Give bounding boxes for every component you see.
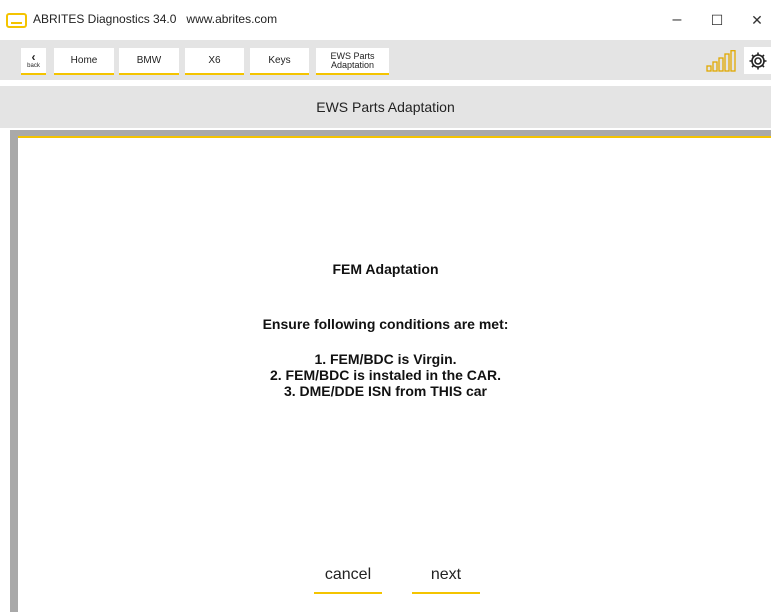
page-title: EWS Parts Adaptation (0, 86, 771, 128)
breadcrumb-x6[interactable]: X6 (185, 48, 244, 75)
signal-strength-icon (706, 50, 736, 72)
condition-item: 3. DME/DDE ISN from THIS car (283, 383, 488, 399)
chevron-left-icon: ‹ (31, 50, 36, 64)
breadcrumb-bmw[interactable]: BMW (119, 48, 179, 75)
breadcrumb-keys[interactable]: Keys (250, 48, 309, 75)
abrites-logo-icon (6, 13, 27, 28)
maximize-button[interactable]: ☐ (702, 6, 732, 34)
breadcrumb-home[interactable]: Home (54, 48, 114, 75)
settings-button[interactable] (744, 47, 771, 74)
breadcrumb-toolbar: ‹ back Home BMW X6 Keys EWS Parts Adapta… (0, 40, 771, 80)
back-label: back (27, 63, 40, 69)
breadcrumb-current-line2: Adaptation (330, 59, 375, 70)
condition-item: 2. FEM/BDC is instaled in the CAR. (269, 367, 502, 383)
minimize-button[interactable]: – (662, 6, 692, 34)
window-title: ABRITES Diagnostics 34.0 www.abrites.com (33, 12, 278, 26)
condition-item: 1. FEM/BDC is Virgin. (314, 351, 457, 367)
gear-icon (749, 52, 766, 69)
breadcrumb-ews-parts-adaptation[interactable]: EWS Parts Adaptation (316, 48, 389, 75)
close-button[interactable]: ✕ (742, 6, 771, 34)
dialog-prompt: Ensure following conditions are met: (262, 316, 509, 332)
dialog-heading: FEM Adaptation (332, 261, 439, 277)
cancel-button[interactable]: cancel (314, 557, 382, 594)
back-button[interactable]: ‹ back (21, 48, 46, 75)
title-bar: ABRITES Diagnostics 34.0 www.abrites.com… (0, 0, 771, 40)
next-button[interactable]: next (412, 557, 480, 594)
